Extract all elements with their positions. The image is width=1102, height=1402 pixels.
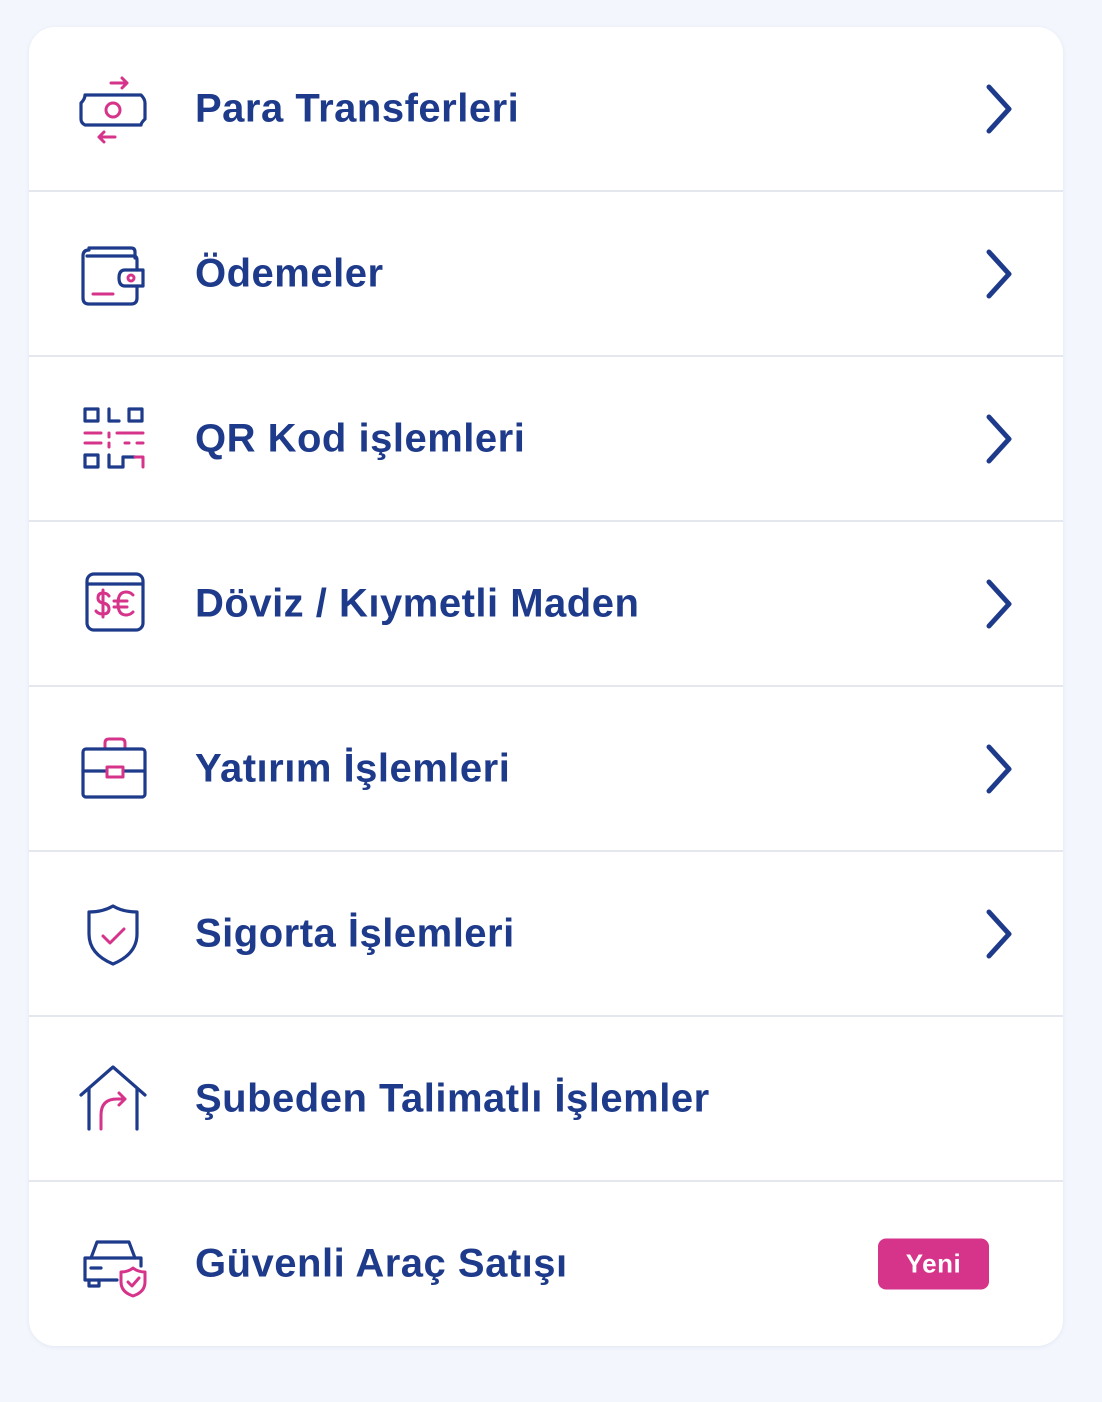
menu-item-label: Ödemeler: [195, 251, 384, 295]
chevron-right-icon: [979, 246, 1019, 302]
car-shield-icon: [77, 1228, 149, 1300]
chevron-right-icon: [979, 411, 1019, 467]
menu-item-para-transferleri[interactable]: Para Transferleri: [29, 27, 1063, 192]
menu-item-guvenli-arac-satisi[interactable]: Güvenli Araç Satışı Yeni: [29, 1182, 1063, 1346]
branch-redirect-icon: [77, 1063, 149, 1135]
wallet-icon: [77, 238, 149, 310]
menu-item-label: Sigorta İşlemleri: [195, 911, 515, 955]
menu-item-qr-kod-islemleri[interactable]: QR Kod işlemleri: [29, 357, 1063, 522]
currency-exchange-icon: [77, 568, 149, 640]
menu-item-label: Para Transferleri: [195, 86, 520, 130]
shield-check-icon: [77, 898, 149, 970]
menu-item-label: QR Kod işlemleri: [195, 416, 526, 460]
briefcase-icon: [77, 733, 149, 805]
menu-item-yatirim-islemleri[interactable]: Yatırım İşlemleri: [29, 687, 1063, 852]
menu-item-doviz-kiymetli-maden[interactable]: Döviz / Kıymetli Maden: [29, 522, 1063, 687]
transactions-menu-card: Para Transferleri Ödemeler QR Kod işleml…: [29, 27, 1063, 1346]
menu-item-label: Güvenli Araç Satışı: [195, 1241, 568, 1286]
new-badge: Yeni: [878, 1238, 989, 1290]
menu-item-subeden-talimatli-islemler[interactable]: Şubeden Talimatlı İşlemler: [29, 1017, 1063, 1182]
menu-item-sigorta-islemleri[interactable]: Sigorta İşlemleri: [29, 852, 1063, 1017]
menu-item-label: Döviz / Kıymetli Maden: [195, 581, 640, 625]
chevron-right-icon: [979, 741, 1019, 797]
chevron-right-icon: [979, 576, 1019, 632]
money-transfer-icon: [77, 73, 149, 145]
menu-item-label: Yatırım İşlemleri: [195, 746, 511, 790]
menu-item-odemeler[interactable]: Ödemeler: [29, 192, 1063, 357]
menu-item-label: Şubeden Talimatlı İşlemler: [195, 1076, 710, 1120]
qr-code-icon: [77, 403, 149, 475]
chevron-right-icon: [979, 81, 1019, 137]
chevron-right-icon: [979, 906, 1019, 962]
